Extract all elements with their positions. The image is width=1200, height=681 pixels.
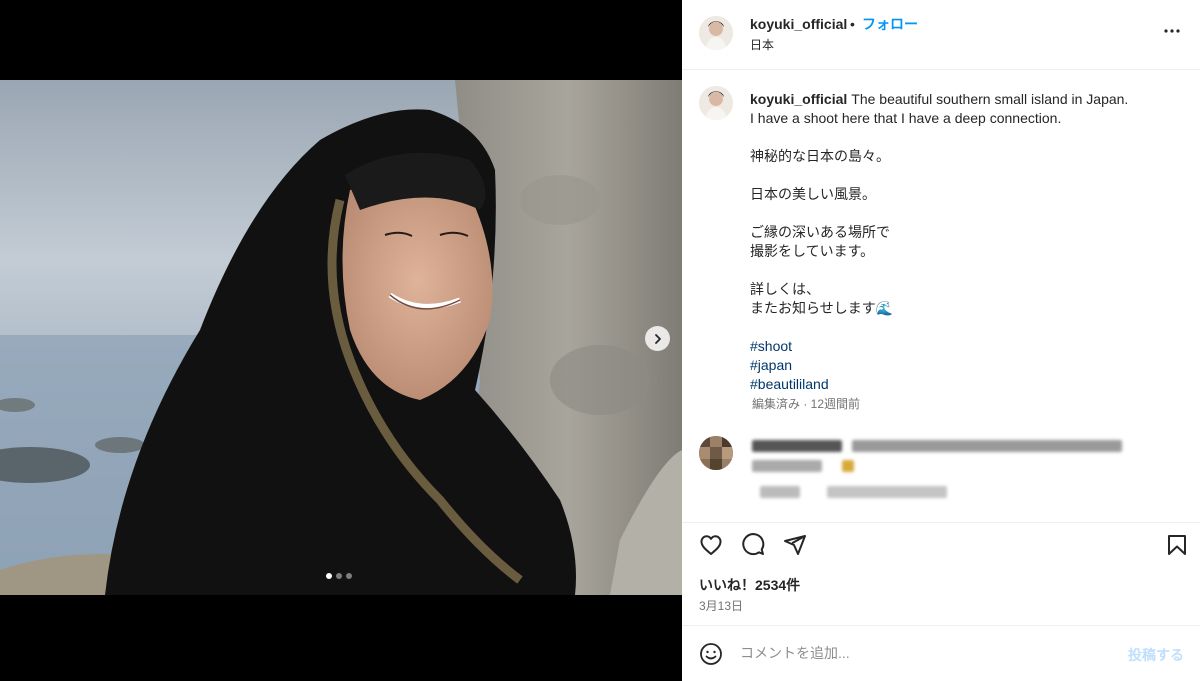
slide-dot — [336, 573, 342, 579]
caption-username[interactable]: koyuki_official — [750, 91, 847, 107]
action-bar — [682, 522, 1200, 574]
comment-item — [682, 430, 1200, 510]
add-comment-bar: 投稿する — [682, 625, 1200, 681]
comment-icon — [742, 533, 765, 556]
bookmark-icon — [1168, 535, 1186, 555]
avatar[interactable] — [699, 16, 733, 50]
like-count[interactable]: いいね！2534件 — [699, 575, 800, 595]
heart-icon — [700, 535, 722, 555]
photo-illustration — [0, 80, 682, 595]
post-side-panel: koyuki_official • フォロー 日本 koyuki_officia… — [682, 0, 1200, 681]
slide-dot-active — [326, 573, 332, 579]
save-button[interactable] — [1165, 533, 1189, 562]
avatar-image — [699, 86, 733, 120]
post-date[interactable]: 3月13日 — [699, 597, 743, 614]
caption-line-jp: ご縁の深いある場所で — [750, 224, 890, 240]
blurred-text — [827, 486, 947, 498]
blurred-text — [752, 440, 842, 452]
separator-dot: • — [850, 16, 855, 32]
post-location[interactable]: 日本 — [750, 36, 774, 53]
next-slide-button[interactable] — [645, 326, 670, 351]
caption-line-jp: またお知らせします🌊 — [750, 300, 894, 316]
caption-line: I have a shoot here that I have a deep c… — [750, 110, 1062, 126]
caption-line: The beautiful southern small island in J… — [851, 91, 1129, 107]
comment-input[interactable] — [740, 645, 1100, 661]
media-pane — [0, 0, 682, 681]
blurred-text — [752, 460, 822, 472]
slide-dot — [346, 573, 352, 579]
more-horizontal-icon — [1164, 29, 1180, 33]
share-button[interactable] — [783, 533, 807, 562]
caption-line-jp: 神秘的な日本の島々。 — [750, 148, 890, 164]
blurred-text — [760, 486, 800, 498]
follow-button[interactable]: フォロー — [862, 14, 918, 34]
caption-line-jp: 日本の美しい風景。 — [750, 186, 876, 202]
avatar-image — [699, 16, 733, 50]
hashtag-link[interactable]: #japan — [750, 356, 1180, 375]
post-author-username[interactable]: koyuki_official — [750, 16, 847, 32]
avatar-image — [699, 436, 733, 470]
chevron-right-icon — [654, 333, 661, 344]
comment-button[interactable] — [741, 533, 765, 562]
send-icon — [784, 535, 806, 555]
post-caption: koyuki_official The beautiful southern sm… — [750, 90, 1180, 394]
post-header: koyuki_official • フォロー 日本 — [682, 0, 1200, 70]
emoji-button[interactable] — [699, 642, 723, 671]
post-photo[interactable] — [0, 80, 682, 595]
like-button[interactable] — [699, 533, 723, 562]
hashtag-link[interactable]: #beautililand — [750, 375, 1180, 394]
more-options-button[interactable] — [1163, 22, 1181, 45]
post-comment-button[interactable]: 投稿する — [1128, 645, 1184, 665]
caption-avatar[interactable] — [699, 86, 733, 120]
blurred-emoji — [842, 460, 854, 472]
hashtag-link[interactable]: #shoot — [750, 337, 1180, 356]
commenter-avatar[interactable] — [699, 436, 733, 470]
caption-line-jp: 詳しくは、 — [750, 281, 820, 297]
slide-indicator — [326, 573, 352, 579]
caption-line-jp: 撮影をしています。 — [750, 243, 875, 259]
blurred-text — [852, 440, 1122, 452]
emoji-icon — [700, 643, 722, 665]
post-meta: 編集済み · 12週間前 — [752, 397, 861, 411]
